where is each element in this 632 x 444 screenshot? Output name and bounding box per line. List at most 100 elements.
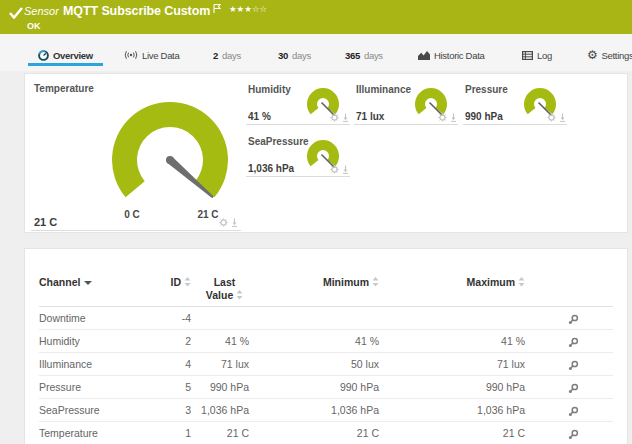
gauge-dial (105, 94, 235, 214)
col-header-minimum[interactable]: Minimum (249, 249, 379, 306)
channel-settings-gear-icon[interactable] (330, 165, 339, 174)
tab-historic-data[interactable]: Historic Data (418, 40, 484, 70)
stars-empty: ☆☆ (252, 4, 267, 14)
channel-settings-icon[interactable] (568, 337, 579, 348)
tab-unit: days (292, 50, 311, 61)
col-header-maximum[interactable]: Maximum (379, 249, 525, 306)
channel-settings-gear-icon[interactable] (547, 113, 556, 122)
gauge-pressure: Pressure 990 hPa (463, 81, 567, 125)
cell-max: 990 hPa (379, 376, 525, 398)
cell-min: 41 % (249, 330, 379, 352)
sort-icon (184, 277, 191, 287)
channel-settings-icon[interactable] (568, 429, 579, 440)
tab-live-data[interactable]: Live Data (124, 40, 179, 70)
cell-last (191, 307, 249, 329)
tab-settings[interactable]: ⚙ Settings (587, 40, 632, 70)
cell-channel: Temperature (39, 422, 159, 444)
channel-settings-gear-icon[interactable] (219, 218, 228, 227)
cell-channel: Humidity (39, 330, 159, 352)
cell-last: 990 hPa (191, 376, 249, 398)
gear-icon: ⚙ (587, 49, 597, 61)
sort-caret-icon (84, 281, 92, 285)
cell-channel: SeaPressure (39, 399, 159, 421)
col-header-last-value[interactable]: LastValue (191, 249, 249, 306)
gauge-humidity: Humidity 41 % (246, 81, 350, 125)
cell-id: -4 (159, 307, 191, 329)
channel-settings-icon[interactable] (568, 314, 579, 325)
tab-label: Settings (601, 50, 632, 61)
tab-bar: Overview Live Data 2days 30days 365days … (0, 34, 632, 71)
cell-channel: Illuminance (39, 353, 159, 375)
channel-settings-gear-icon[interactable] (330, 113, 339, 122)
gauge-title: Temperature (34, 83, 94, 94)
gauge-title: Illuminance (356, 84, 411, 95)
tab-365-days[interactable]: 365 days (345, 40, 383, 70)
cell-max: 41 % (379, 330, 525, 352)
chart-icon (418, 50, 430, 60)
col-header-channel[interactable]: Channel (39, 249, 159, 306)
tab-log[interactable]: Log (522, 40, 552, 70)
cell-channel: Downtime (39, 307, 159, 329)
broadcast-icon (124, 50, 138, 60)
gauge-illuminance: Illuminance 71 lux (354, 81, 458, 125)
cell-id: 5 (159, 376, 191, 398)
tab-label: Overview (53, 50, 93, 61)
cell-max (379, 307, 525, 329)
channel-settings-icon[interactable] (568, 383, 579, 394)
table-row: Downtime -4 (39, 307, 613, 330)
gauge-scale-max: 21 C (197, 209, 218, 220)
cell-min: 21 C (249, 422, 379, 444)
tab-2-days[interactable]: 2days (213, 40, 241, 70)
gauge-title: SeaPressure (248, 136, 309, 147)
sensor-header: Sensor MQTT Subscribe Custom ★★★☆☆ OK (0, 0, 632, 34)
col-header-id[interactable]: ID (159, 249, 191, 306)
pin-icon[interactable] (342, 165, 349, 174)
tab-num: 365 (345, 50, 360, 61)
priority-stars[interactable]: ★★★☆☆ (229, 4, 267, 14)
cell-last: 21 C (191, 422, 249, 444)
status-ok-check-icon (9, 7, 23, 19)
active-tab-underline (28, 63, 103, 66)
cell-max: 21 C (379, 422, 525, 444)
sort-icon (372, 277, 379, 287)
channel-settings-gear-icon[interactable] (438, 113, 447, 122)
gauges-panel: Temperature 0 C 21 C 21 C Humidity 41 % … (24, 73, 628, 233)
table-row: SeaPressure 3 1,036 hPa 1,036 hPa 1,036 … (39, 399, 613, 422)
gauge-value: 21 C (34, 216, 57, 228)
table-row: Pressure 5 990 hPa 990 hPa 990 hPa (39, 376, 613, 399)
sort-icon (236, 290, 243, 300)
cell-id: 3 (159, 399, 191, 421)
cell-max: 71 lux (379, 353, 525, 375)
stars-filled: ★★★ (229, 4, 252, 14)
pin-icon[interactable] (450, 113, 457, 122)
cell-min: 50 lux (249, 353, 379, 375)
flag-icon[interactable] (213, 4, 221, 13)
sort-icon (518, 277, 525, 287)
tab-unit: days (222, 50, 241, 61)
gauge-temperature: Temperature 0 C 21 C 21 C (31, 78, 241, 231)
log-icon (522, 51, 533, 60)
cell-max: 1,036 hPa (379, 399, 525, 421)
cell-min: 990 hPa (249, 376, 379, 398)
channel-settings-icon[interactable] (568, 406, 579, 417)
tab-30-days[interactable]: 30 days (278, 40, 311, 70)
channel-settings-icon[interactable] (568, 360, 579, 371)
tab-num: 30 (278, 50, 288, 61)
cell-channel: Pressure (39, 376, 159, 398)
gauge-seapressure: SeaPressure 1,036 hPa (246, 133, 350, 177)
cell-last: 71 lux (191, 353, 249, 375)
tab-unit: days (364, 50, 383, 61)
gauge-title: Pressure (465, 84, 508, 95)
channels-table-panel: Channel ID LastValue Minimum Maximum Dow… (24, 248, 628, 444)
gauge-value: 1,036 hPa (248, 163, 294, 174)
channels-table: Channel ID LastValue Minimum Maximum Dow… (39, 249, 613, 444)
pin-icon[interactable] (231, 218, 238, 227)
pin-icon[interactable] (342, 113, 349, 122)
sensor-status-badge: OK (27, 21, 41, 31)
gauge-icon (38, 50, 49, 61)
tab-label: Historic Data (434, 50, 484, 61)
table-row: Temperature 1 21 C 21 C 21 C (39, 422, 613, 444)
cell-id: 2 (159, 330, 191, 352)
cell-last: 1,036 hPa (191, 399, 249, 421)
pin-icon[interactable] (559, 113, 566, 122)
